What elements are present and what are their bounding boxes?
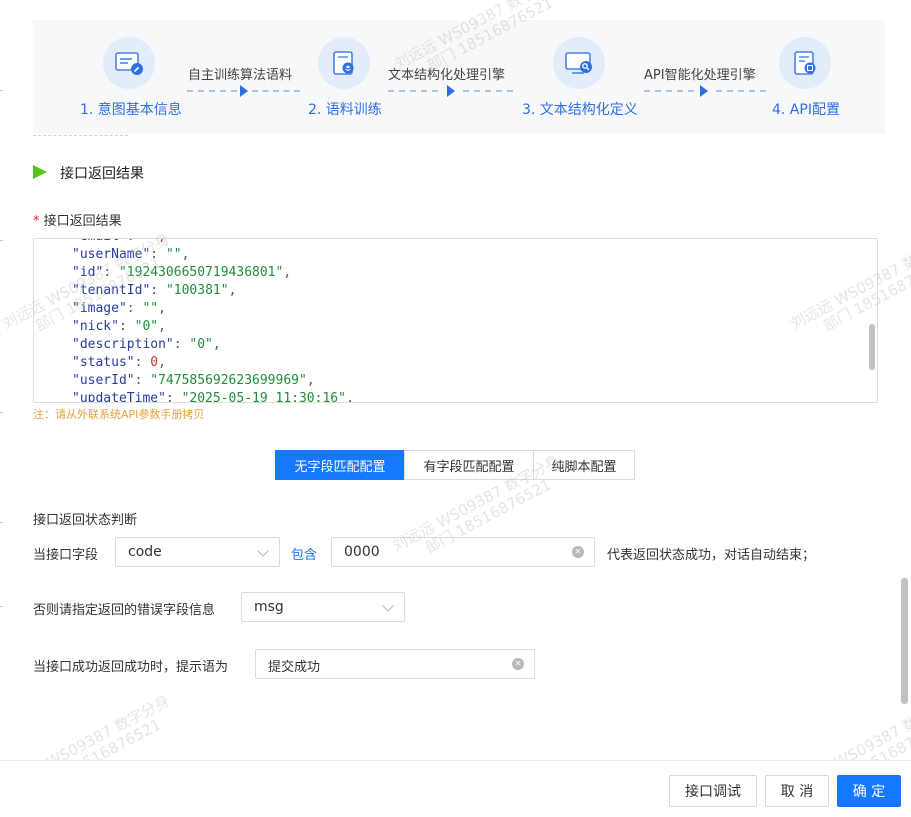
result-field-label-text: 接口返回结果 (43, 214, 122, 229)
connector-3-label: API智能化处理引擎 (644, 68, 756, 83)
code-scrollbar[interactable] (869, 324, 875, 370)
clear-icon[interactable]: × (512, 658, 524, 670)
connector-1-line (252, 90, 300, 92)
section-title: 接口返回结果 (60, 166, 144, 182)
contains-value: 0000 (344, 544, 380, 560)
prompt-label: 当接口成功返回成功时，提示语为 (33, 660, 229, 675)
code-line: "image": "", (72, 301, 166, 316)
result-field-label: * 接口返回结果 (33, 210, 122, 229)
form-edit-icon (103, 37, 155, 89)
arrow-right-icon (700, 85, 708, 97)
error-field-label: 否则请指定返回的错误字段信息 (33, 603, 216, 618)
code-line: "updateTime": "2025-05-19 11:30:16", (72, 391, 354, 403)
code-line: "nick": "0", (72, 319, 166, 334)
connector-1-line (187, 90, 237, 92)
contains-value-input[interactable]: 0000 × (331, 537, 595, 567)
tab-field-match[interactable]: 有字段匹配配置 (404, 450, 534, 480)
monitor-search-icon (553, 37, 605, 89)
step-2-label[interactable]: 2. 语料训练 (308, 99, 382, 119)
error-field-select-value: msg (254, 599, 284, 615)
step-3-label[interactable]: 3. 文本结构化定义 (522, 99, 638, 119)
code-lines: "email": "","userName": "", "id": "192430… (72, 239, 354, 403)
corpus-layers-icon (318, 37, 370, 89)
code-line: "userId": "747585692623699969", (72, 373, 315, 388)
step-1-label[interactable]: 1. 意图基本信息 (80, 99, 182, 119)
main-scrollbar[interactable] (901, 578, 908, 704)
code-line: "description": "0", (72, 337, 221, 352)
field-select-value: code (128, 544, 162, 560)
tab-no-field-match[interactable]: 无字段匹配配置 (275, 450, 405, 480)
copy-note: 注：请从外联系统API参数手册拷贝 (33, 408, 205, 421)
code-line: "id": "1924306650719436801", (72, 265, 292, 280)
success-suffix: 代表返回状态成功，对话自动结束； (607, 548, 816, 563)
connector-2-line (463, 90, 513, 92)
connector-2-label: 文本结构化处理引擎 (388, 68, 506, 83)
field-select[interactable]: code (115, 537, 280, 567)
contains-operator[interactable]: 包含 (291, 544, 317, 563)
api-config-icon (779, 37, 831, 89)
chevron-down-icon (382, 600, 394, 612)
code-line: "status": 0, (72, 355, 166, 370)
divider (33, 135, 128, 136)
arrow-right-icon (240, 85, 248, 97)
cancel-button[interactable]: 取 消 (765, 775, 829, 807)
debug-button[interactable]: 接口调试 (669, 775, 757, 807)
code-line: "tenantId": "100381", (72, 283, 237, 298)
chevron-down-icon (257, 545, 269, 557)
code-line: "email": "", (72, 239, 354, 246)
tab-script-only[interactable]: 纯脚本配置 (533, 450, 635, 480)
connector-2-line (388, 90, 438, 92)
status-heading: 接口返回状态判断 (33, 513, 138, 528)
arrow-right-icon (447, 85, 455, 97)
background-page-edge (0, 0, 14, 816)
when-field-label: 当接口字段 (33, 548, 99, 563)
required-mark: * (33, 214, 40, 229)
result-code-editor[interactable]: "email": "","userName": "", "id": "192430… (33, 238, 878, 403)
prompt-input[interactable]: 提交成功 × (255, 649, 535, 679)
connector-1-label: 自主训练算法语料 (188, 68, 293, 83)
prompt-value: 提交成功 (268, 660, 321, 675)
step-4-label[interactable]: 4. API配置 (772, 99, 840, 119)
clear-icon[interactable]: × (572, 546, 584, 558)
confirm-button[interactable]: 确 定 (837, 775, 901, 807)
play-icon (33, 165, 47, 179)
connector-3-line (716, 90, 766, 92)
code-line: "userName": "", (72, 247, 190, 262)
connector-3-line (644, 90, 694, 92)
error-field-select[interactable]: msg (241, 592, 405, 622)
